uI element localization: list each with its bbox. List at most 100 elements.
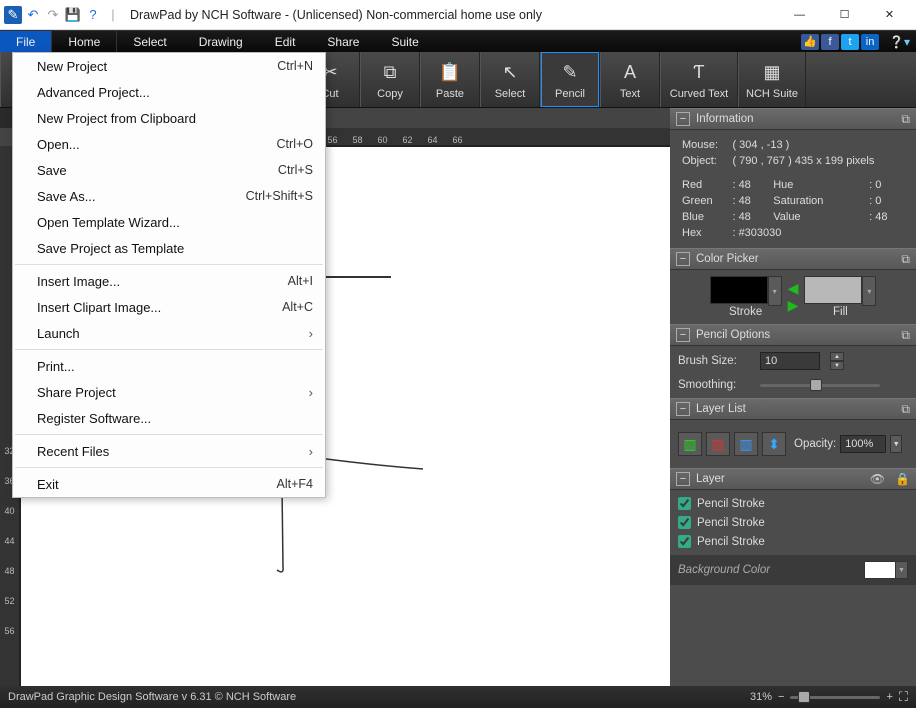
add-layer-button[interactable]: ▥ bbox=[678, 432, 702, 456]
menu-item-exit[interactable]: ExitAlt+F4 bbox=[13, 471, 325, 497]
thumbs-up-icon[interactable]: 👍 bbox=[801, 34, 819, 50]
collapse-icon[interactable]: − bbox=[676, 252, 690, 266]
merge-layer-button[interactable]: ⬍ bbox=[762, 432, 786, 456]
fill-dropdown[interactable]: ▾ bbox=[862, 276, 876, 306]
opacity-input[interactable]: 100% bbox=[840, 435, 886, 453]
menu-item-accel: Alt+C bbox=[282, 300, 313, 314]
layer-item[interactable]: Pencil Stroke bbox=[678, 494, 908, 513]
panel-layer-header[interactable]: − Layer 👁 🔒 bbox=[670, 468, 916, 490]
toolbar-paste[interactable]: 📋Paste bbox=[420, 52, 480, 107]
menu-home[interactable]: Home bbox=[51, 31, 117, 52]
background-color-row[interactable]: Background Color ▼ bbox=[670, 555, 916, 585]
menu-select[interactable]: Select bbox=[117, 31, 182, 52]
layer-checkbox[interactable] bbox=[678, 535, 691, 548]
smoothing-label: Smoothing: bbox=[678, 379, 750, 391]
menu-edit[interactable]: Edit bbox=[259, 31, 312, 52]
toolbar-curved-text[interactable]: ƬCurved Text bbox=[660, 52, 738, 107]
stroke-swatch[interactable] bbox=[710, 276, 768, 304]
menu-item-launch[interactable]: Launch bbox=[13, 320, 325, 346]
help-quick-icon[interactable]: ? bbox=[84, 6, 102, 24]
menu-item-advanced-project[interactable]: Advanced Project... bbox=[13, 79, 325, 105]
duplicate-layer-button[interactable]: ▥ bbox=[734, 432, 758, 456]
menu-drawing[interactable]: Drawing bbox=[183, 31, 259, 52]
twitter-icon[interactable]: t bbox=[841, 34, 859, 50]
zoom-value: 31% bbox=[750, 691, 772, 703]
menu-item-share-project[interactable]: Share Project bbox=[13, 379, 325, 405]
delete-layer-button[interactable]: ▥ bbox=[706, 432, 730, 456]
toolbar-pencil[interactable]: ✎Pencil bbox=[540, 52, 600, 107]
brush-size-input[interactable]: 10 bbox=[760, 352, 820, 370]
menu-item-recent-files[interactable]: Recent Files bbox=[13, 438, 325, 464]
swap-right-icon[interactable]: ▶ bbox=[782, 297, 805, 314]
collapse-icon[interactable]: − bbox=[676, 328, 690, 342]
info-hex-label: Hex bbox=[680, 226, 728, 240]
menu-item-open-template-wizard[interactable]: Open Template Wizard... bbox=[13, 209, 325, 235]
toolbar-nch-suite[interactable]: ▦ NCH Suite bbox=[738, 52, 806, 107]
visibility-icon[interactable]: 👁 bbox=[870, 472, 885, 486]
menu-item-save[interactable]: SaveCtrl+S bbox=[13, 157, 325, 183]
lock-icon[interactable]: 🔒 bbox=[895, 472, 910, 486]
toolbar-select[interactable]: ↖Select bbox=[480, 52, 540, 107]
collapse-icon[interactable]: − bbox=[676, 402, 690, 416]
status-text: DrawPad Graphic Design Software v 6.31 ©… bbox=[8, 691, 296, 703]
file-menu-dropdown: New ProjectCtrl+NAdvanced Project...New … bbox=[12, 52, 326, 498]
panel-layerlist-header[interactable]: − Layer List ⧉ bbox=[670, 398, 916, 420]
facebook-icon[interactable]: f bbox=[821, 34, 839, 50]
popout-icon[interactable]: ⧉ bbox=[901, 252, 910, 267]
redo-quick-icon[interactable]: ↷ bbox=[44, 6, 62, 24]
popout-icon[interactable]: ⧉ bbox=[901, 112, 910, 127]
menu-item-new-project[interactable]: New ProjectCtrl+N bbox=[13, 53, 325, 79]
menu-suite[interactable]: Suite bbox=[375, 31, 434, 52]
layer-checkbox[interactable] bbox=[678, 497, 691, 510]
toolbar-copy[interactable]: ⧉Copy bbox=[360, 52, 420, 107]
collapse-icon[interactable]: − bbox=[676, 472, 690, 486]
toolbar-label: Pencil bbox=[555, 88, 585, 100]
menu-item-register-software[interactable]: Register Software... bbox=[13, 405, 325, 431]
panel-information-body: Mouse:( 304 , -13 ) Object:( 790 , 767 )… bbox=[670, 130, 916, 248]
fit-screen-button[interactable]: ⛶ bbox=[899, 689, 908, 705]
menu-file[interactable]: File bbox=[0, 31, 51, 52]
toolbar-label: NCH Suite bbox=[746, 88, 798, 100]
linkedin-icon[interactable]: in bbox=[861, 34, 879, 50]
swap-left-icon[interactable]: ◀ bbox=[782, 280, 805, 297]
nch-suite-icon: ▦ bbox=[759, 60, 785, 86]
close-button[interactable]: ✕ bbox=[867, 0, 912, 30]
minimize-button[interactable]: — bbox=[777, 0, 822, 30]
zoom-out-button[interactable]: − bbox=[778, 691, 784, 703]
fill-swatch[interactable] bbox=[804, 276, 862, 304]
stroke-dropdown[interactable]: ▾ bbox=[768, 276, 782, 306]
background-color-swatch[interactable]: ▼ bbox=[864, 561, 908, 579]
menu-item-label: Save As... bbox=[37, 189, 246, 204]
app-icon: ✎ bbox=[4, 6, 22, 24]
panel-colorpicker-header[interactable]: − Color Picker ⧉ bbox=[670, 248, 916, 270]
collapse-icon[interactable]: − bbox=[676, 112, 690, 126]
zoom-slider[interactable] bbox=[790, 690, 880, 704]
menu-item-insert-clipart-image[interactable]: Insert Clipart Image...Alt+C bbox=[13, 294, 325, 320]
menu-item-insert-image[interactable]: Insert Image...Alt+I bbox=[13, 268, 325, 294]
panel-penciloptions-header[interactable]: − Pencil Options ⧉ bbox=[670, 324, 916, 346]
menu-item-save-as[interactable]: Save As...Ctrl+Shift+S bbox=[13, 183, 325, 209]
panel-information-header[interactable]: − Information ⧉ bbox=[670, 108, 916, 130]
layer-checkbox[interactable] bbox=[678, 516, 691, 529]
menu-item-new-project-from-clipboard[interactable]: New Project from Clipboard bbox=[13, 105, 325, 131]
menu-item-open[interactable]: Open...Ctrl+O bbox=[13, 131, 325, 157]
info-hue-value: : 0 bbox=[867, 178, 906, 192]
menu-item-print[interactable]: Print... bbox=[13, 353, 325, 379]
popout-icon[interactable]: ⧉ bbox=[901, 328, 910, 343]
layer-item[interactable]: Pencil Stroke bbox=[678, 513, 908, 532]
menu-share[interactable]: Share bbox=[311, 31, 375, 52]
smoothing-slider[interactable] bbox=[760, 378, 880, 392]
popout-icon[interactable]: ⧉ bbox=[901, 402, 910, 417]
help-dropdown-icon[interactable]: ❔▾ bbox=[889, 35, 910, 49]
menu-item-save-project-as-template[interactable]: Save Project as Template bbox=[13, 235, 325, 261]
brush-size-spinner[interactable]: ▲▼ bbox=[830, 352, 844, 370]
opacity-dropdown[interactable]: ▼ bbox=[890, 435, 902, 453]
panel-information-title: Information bbox=[696, 113, 754, 125]
layer-item[interactable]: Pencil Stroke bbox=[678, 532, 908, 551]
toolbar-text[interactable]: AText bbox=[600, 52, 660, 107]
maximize-button[interactable]: ☐ bbox=[822, 0, 867, 30]
zoom-in-button[interactable]: + bbox=[886, 691, 892, 703]
menu-item-label: Open Template Wizard... bbox=[37, 215, 313, 230]
undo-quick-icon[interactable]: ↶ bbox=[24, 6, 42, 24]
save-quick-icon[interactable]: 💾 bbox=[64, 6, 82, 24]
